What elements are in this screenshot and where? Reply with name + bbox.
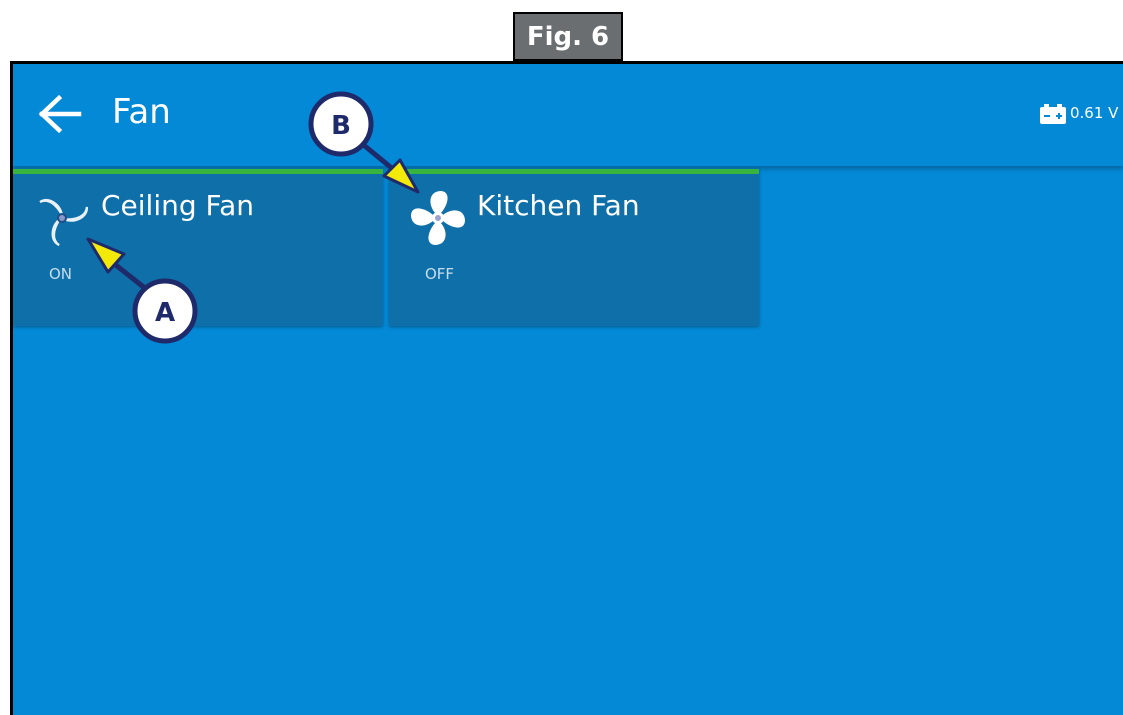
figure-label: Fig. 6 [513,12,623,61]
tile-state: OFF [425,265,455,283]
app-bar: Fan 0.61 V [13,64,1123,166]
tile-name: Ceiling Fan [101,189,254,222]
active-indicator-bar [389,169,759,174]
battery-icon [1040,104,1066,124]
active-indicator-bar [13,169,383,174]
arrow-left-icon[interactable] [37,94,83,134]
fan-tile-ceiling[interactable]: Ceiling Fan ON [13,169,383,326]
fan-icon [411,191,465,245]
tile-state: ON [49,265,73,283]
page-title: Fan [112,92,171,132]
fan-screen: Fan 0.61 V Ceiling Fan ON Kitchen Fan OF… [10,61,1123,715]
fan-tile-kitchen[interactable]: Kitchen Fan OFF [389,169,759,326]
tile-name: Kitchen Fan [477,189,640,222]
fan-icon [39,198,88,247]
battery-voltage: 0.61 V [1070,104,1119,122]
